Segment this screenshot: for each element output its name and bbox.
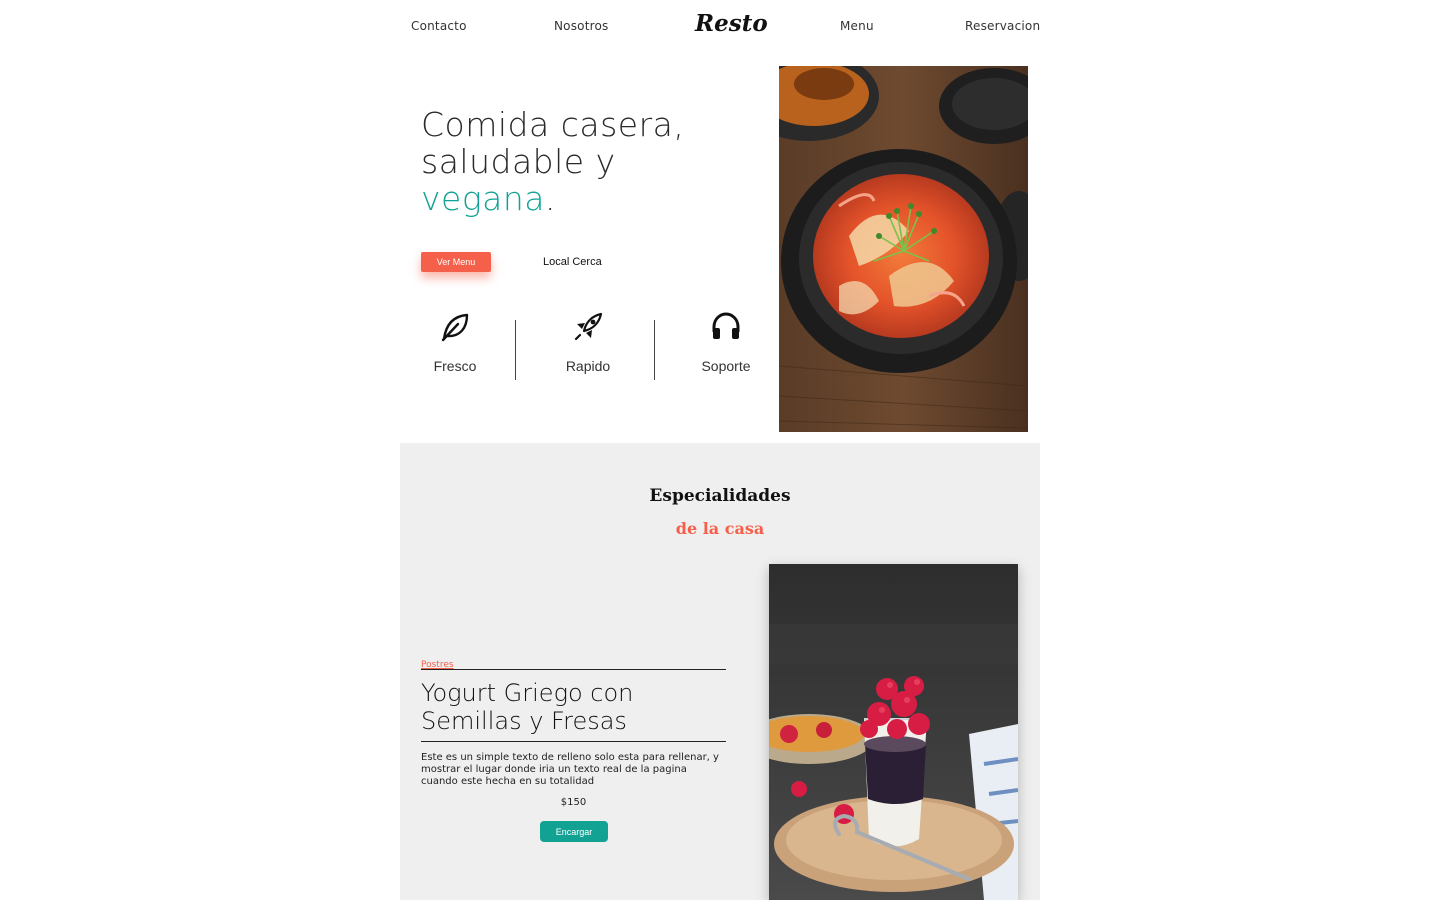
feature-label: Fresco	[433, 358, 477, 374]
specialties-section: Especialidades de la casa Postres Yogurt…	[400, 443, 1040, 900]
encargar-button[interactable]: Encargar	[540, 821, 608, 842]
divider	[421, 669, 726, 670]
feature-fresco: Fresco	[410, 310, 500, 374]
dish-description: Este es un simple texto de relleno solo …	[421, 752, 719, 787]
top-nav: Contacto Nosotros Resto Menu Reservacion	[400, 0, 1040, 56]
divider	[515, 320, 516, 380]
divider	[421, 741, 726, 742]
headphones-icon	[712, 312, 740, 339]
hero-title-accent: vegana	[421, 179, 545, 218]
ver-menu-button[interactable]: Ver Menu	[421, 252, 491, 272]
divider	[654, 320, 655, 380]
nav-link-reservacion[interactable]: Reservacion	[965, 19, 1040, 33]
feature-soporte: Soporte	[681, 310, 771, 374]
nav-link-menu[interactable]: Menu	[840, 19, 874, 33]
dish-image	[769, 564, 1018, 900]
specialties-title: Especialidades	[649, 486, 791, 506]
dish-name-line2: Semillas y Fresas	[421, 707, 627, 735]
feature-label: Soporte	[701, 358, 751, 374]
nav-link-nosotros[interactable]: Nosotros	[554, 19, 608, 33]
page: Contacto Nosotros Resto Menu Reservacion…	[400, 0, 1040, 900]
feature-rapido: Rapido	[543, 310, 633, 374]
leaf-icon	[441, 313, 469, 342]
hero-title-line1: Comida casera,	[421, 105, 685, 144]
hero-title: Comida casera, saludable y vegana.	[421, 106, 751, 217]
logo[interactable]: Resto	[695, 10, 768, 37]
kimchi-bowl-photo	[779, 66, 1028, 432]
specialties-subtitle: de la casa	[675, 519, 765, 538]
dish-price: $150	[560, 797, 587, 808]
hero-title-line2: saludable y	[421, 142, 616, 181]
yogurt-raspberry-photo	[769, 564, 1018, 900]
hero-title-end: .	[545, 179, 556, 218]
dish-name-line1: Yogurt Griego con	[421, 679, 634, 707]
dish-name: Yogurt Griego con Semillas y Fresas	[421, 679, 726, 735]
hero-food-image	[779, 66, 1028, 432]
feature-label: Rapido	[565, 358, 611, 374]
nav-link-contacto[interactable]: Contacto	[411, 19, 467, 33]
rocket-icon	[574, 312, 603, 341]
local-cerca-button[interactable]: Local Cerca	[543, 256, 602, 268]
